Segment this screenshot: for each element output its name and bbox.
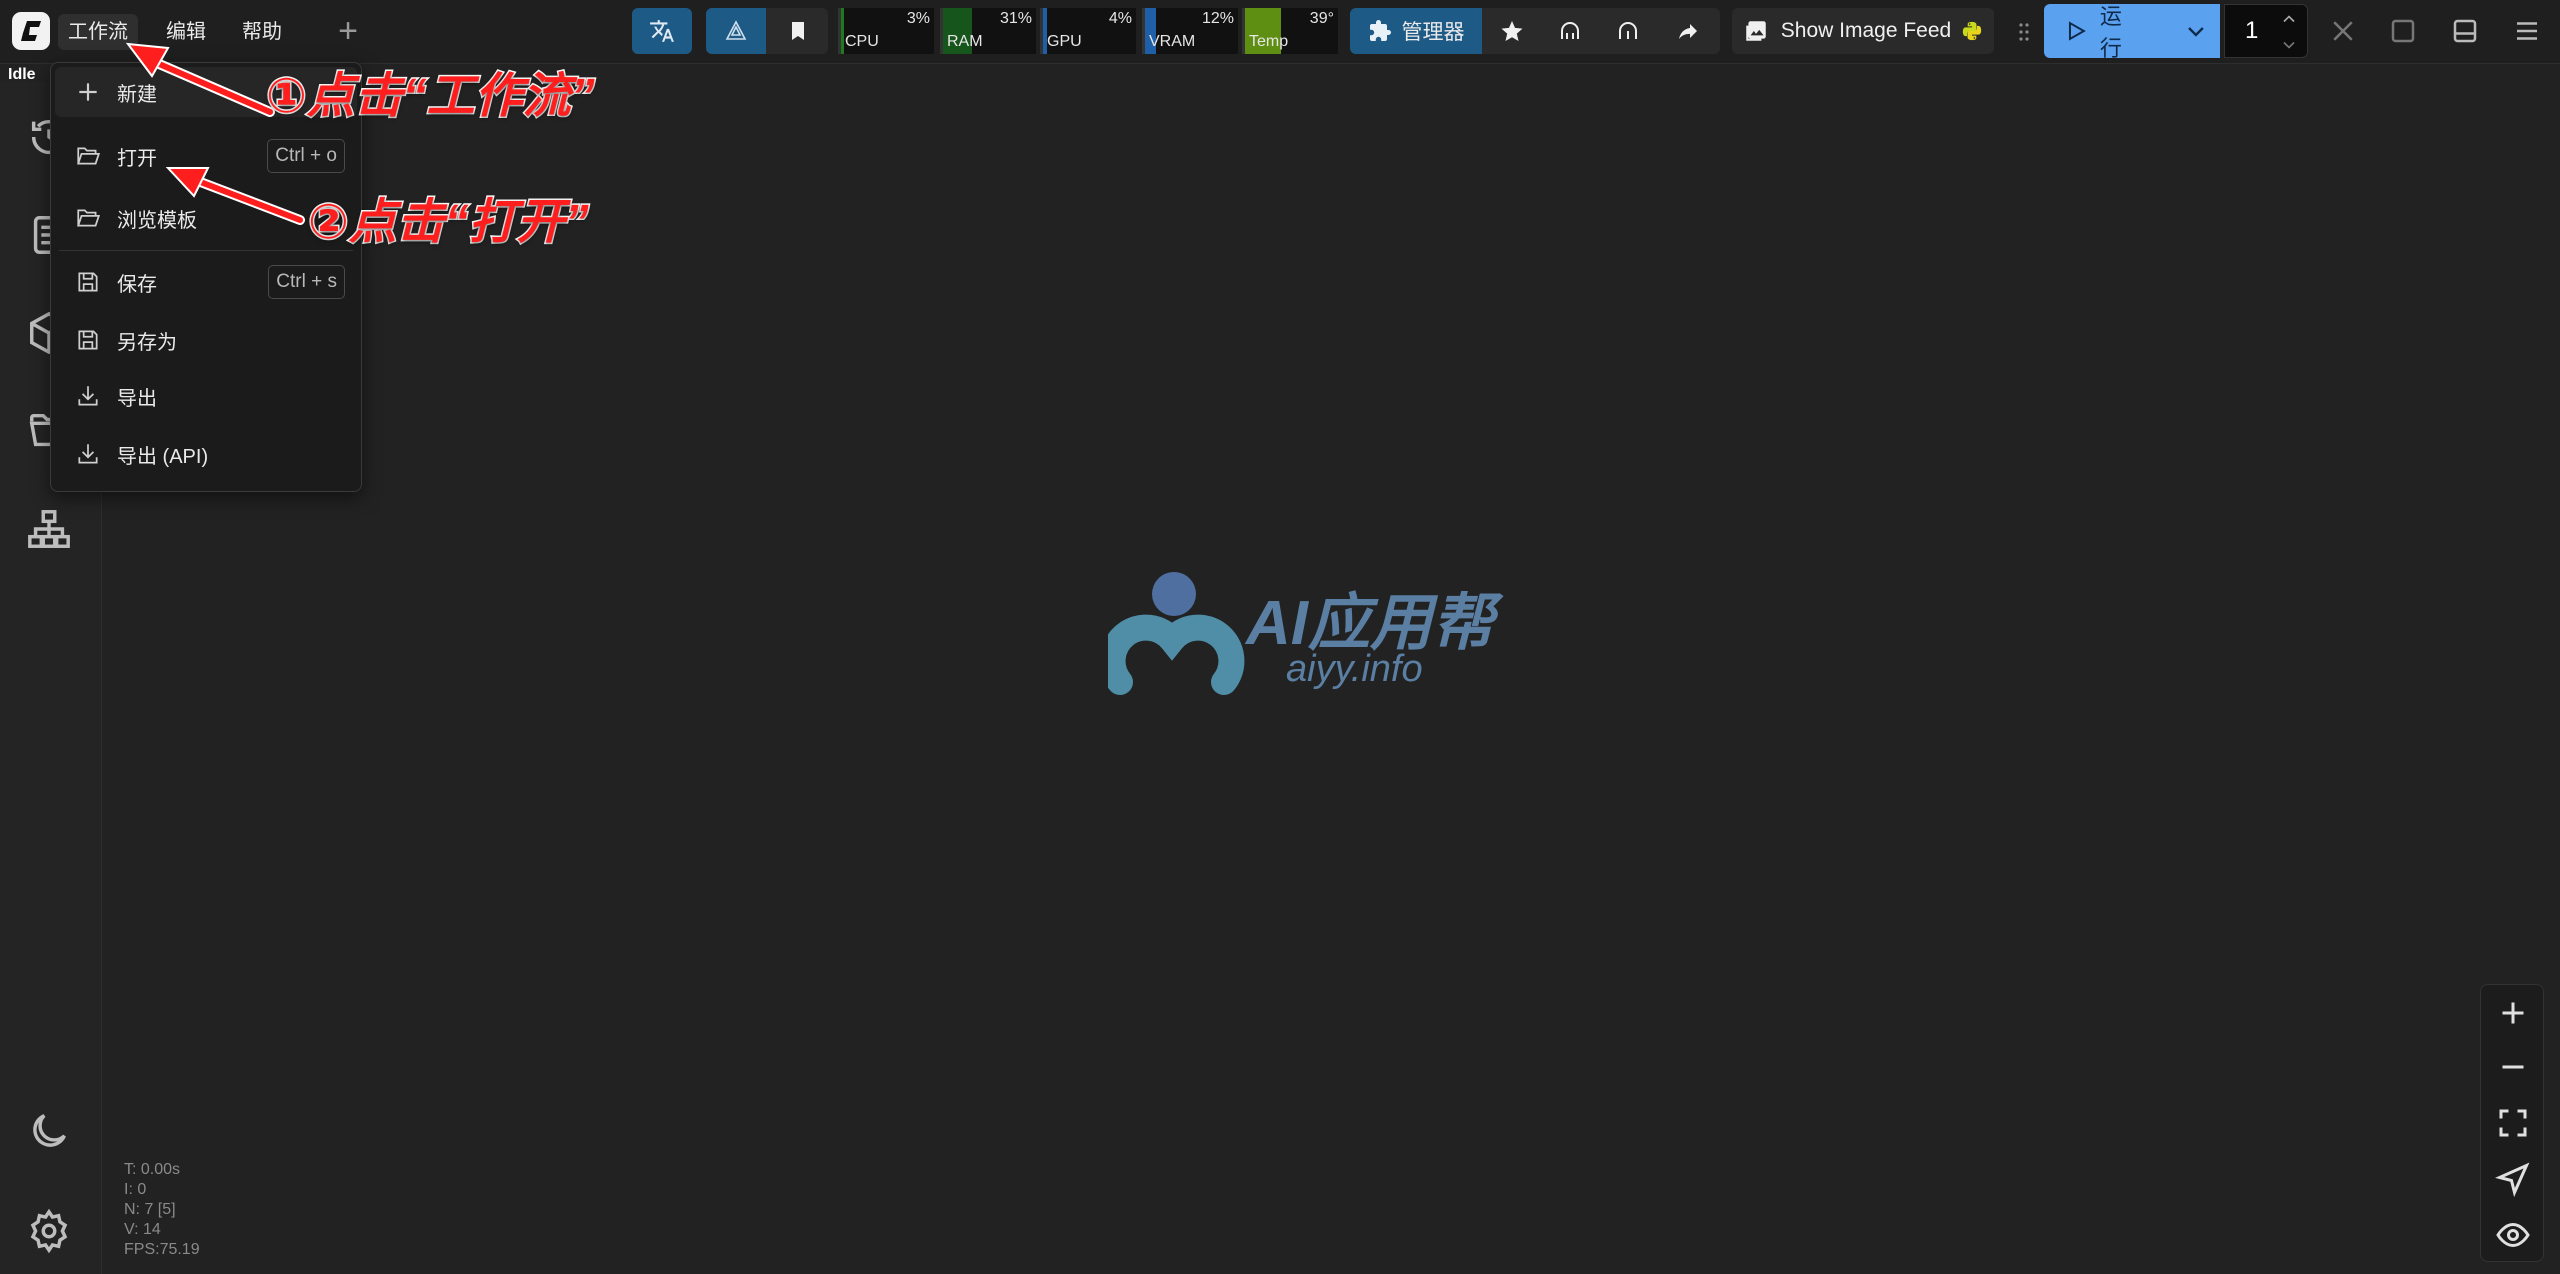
share-button[interactable]	[1658, 8, 1718, 54]
download-icon	[75, 441, 101, 467]
folder-open-icon	[75, 205, 101, 231]
chevron-down-small-icon[interactable]	[2279, 35, 2299, 55]
temp-monitor: Temp 39°	[1242, 8, 1338, 54]
save-icon	[75, 327, 101, 353]
image-feed-icon	[1746, 21, 1766, 41]
ram-monitor-label: RAM	[947, 33, 983, 50]
star-button[interactable]	[1484, 8, 1540, 54]
download-icon	[75, 383, 101, 409]
square-icon[interactable]	[2388, 16, 2418, 46]
ram-monitor: RAM 31%	[940, 8, 1036, 54]
vram-monitor: VRAM 12%	[1142, 8, 1238, 54]
manager-button[interactable]: 管理器	[1350, 8, 1482, 54]
stat-nodes: N: 7 [5]	[124, 1201, 176, 1218]
canvas-zoom-controls	[2480, 984, 2544, 1262]
annotation-step-1: ①点击“工作流”	[265, 69, 597, 125]
fit-view-icon[interactable]	[2495, 1105, 2531, 1141]
temp-monitor-label: Temp	[1249, 33, 1289, 50]
menu-workflow[interactable]: 工作流	[58, 14, 138, 50]
temp-monitor-value: 39°	[1309, 10, 1334, 27]
chevron-down-icon[interactable]	[2184, 18, 2208, 44]
stat-v: V: 14	[124, 1221, 161, 1238]
queue-count-stepper[interactable]: 1	[2224, 4, 2308, 58]
run-label: 运行	[2099, 4, 2122, 61]
close-icon[interactable]	[2328, 16, 2358, 46]
chevron-up-icon[interactable]	[2279, 9, 2299, 29]
plus-icon	[75, 79, 101, 105]
crystools-button[interactable]	[706, 8, 766, 54]
menu-item-export-api[interactable]: 导出 (API)	[55, 429, 357, 479]
folder-open-icon	[75, 143, 101, 169]
cpu-monitor-fill	[841, 8, 844, 54]
stat-i: I: 0	[124, 1181, 147, 1198]
menu-item-save[interactable]: 保存 Ctrl + s	[55, 257, 357, 307]
bookmark-button[interactable]	[768, 8, 828, 54]
menu-item-label: 保存	[117, 273, 157, 296]
save-icon	[75, 269, 101, 295]
translate-icon	[650, 20, 674, 42]
send-arrow-icon[interactable]	[2494, 1161, 2531, 1198]
run-button[interactable]: 运行	[2044, 4, 2220, 61]
menu-item-export[interactable]: 导出	[55, 371, 357, 421]
menu-item-label: 新建	[117, 83, 157, 106]
arch-icon	[1561, 22, 1579, 39]
ram-monitor-value: 31%	[999, 10, 1032, 27]
gpu-monitor-label: GPU	[1047, 33, 1082, 50]
cpu-monitor-label: CPU	[845, 33, 879, 50]
translate-button[interactable]	[632, 8, 692, 54]
settings-gear-icon[interactable]	[26, 1208, 72, 1254]
menu-edit[interactable]: 编辑	[156, 14, 216, 50]
top-bar: 工作流 编辑 帮助 + CPU 3% RAM 31% GPU 4% VRAM 1…	[0, 0, 2560, 64]
gpu-monitor: GPU 4%	[1040, 8, 1136, 54]
menu-item-label: 打开	[117, 147, 157, 170]
render-stats: T: 0.00s I: 0 N: 7 [5] V: 14 FPS:75.19	[124, 1160, 200, 1260]
moon-theme-icon[interactable]	[26, 1108, 72, 1154]
vram-monitor-value: 12%	[1201, 10, 1234, 27]
gpu-monitor-value: 4%	[1108, 10, 1132, 27]
cpu-monitor-value: 3%	[906, 10, 930, 27]
vram-monitor-label: VRAM	[1149, 33, 1196, 50]
drag-handle-icon[interactable]	[2018, 20, 2030, 44]
manager-label: 管理器	[1401, 21, 1465, 44]
workflow-menu-dropdown: 新建 打开 Ctrl + o 浏览模板 保存 Ctrl + s 另存为 导出 导…	[50, 62, 362, 492]
queue-count-value[interactable]: 1	[2245, 17, 2258, 45]
workflow-upload-button[interactable]	[1600, 8, 1656, 54]
manager-group: 管理器	[1350, 8, 1720, 54]
comfy-logo[interactable]	[12, 12, 50, 50]
hamburger-menu-icon[interactable]	[2512, 16, 2542, 46]
shortcut-badge: Ctrl + o	[267, 139, 345, 173]
watermark-subtitle: aiyy.info	[1286, 648, 1423, 690]
arch-alt-icon	[1619, 22, 1637, 39]
menu-help[interactable]: 帮助	[232, 14, 292, 50]
menu-item-label: 导出	[117, 387, 157, 410]
workflow-share-button[interactable]	[1542, 8, 1598, 54]
bookmark-group	[706, 8, 828, 54]
eye-icon[interactable]	[2495, 1217, 2531, 1253]
show-image-feed-button[interactable]: Show Image Feed	[1732, 8, 1994, 54]
share-arrow-icon	[1679, 24, 1697, 39]
stat-fps: FPS:75.19	[124, 1241, 200, 1258]
puzzle-icon	[1369, 20, 1391, 41]
menu-item-label: 浏览模板	[117, 209, 197, 232]
crystools-icon	[725, 20, 747, 40]
annotation-step-2: ②点击“打开”	[307, 195, 591, 251]
zoom-in-icon[interactable]	[2495, 995, 2531, 1031]
stat-time: T: 0.00s	[124, 1161, 181, 1178]
menu-item-save-as[interactable]: 另存为	[55, 315, 357, 365]
menu-item-label: 导出 (API)	[117, 445, 209, 468]
cpu-monitor: CPU 3%	[838, 8, 934, 54]
bottom-panel-icon[interactable]	[2450, 16, 2480, 46]
show-image-feed-label: Show Image Feed	[1780, 19, 1952, 42]
play-icon	[2068, 21, 2086, 41]
node-tree-icon[interactable]	[26, 506, 72, 552]
shortcut-badge: Ctrl + s	[268, 265, 345, 299]
zoom-out-icon[interactable]	[2495, 1049, 2531, 1085]
star-icon	[1501, 21, 1523, 41]
bookmark-icon	[792, 22, 804, 40]
new-tab-plus-icon[interactable]: +	[330, 14, 366, 50]
menu-item-open[interactable]: 打开 Ctrl + o	[55, 131, 357, 181]
menu-item-label: 另存为	[117, 331, 177, 354]
python-icon	[1963, 21, 1982, 41]
